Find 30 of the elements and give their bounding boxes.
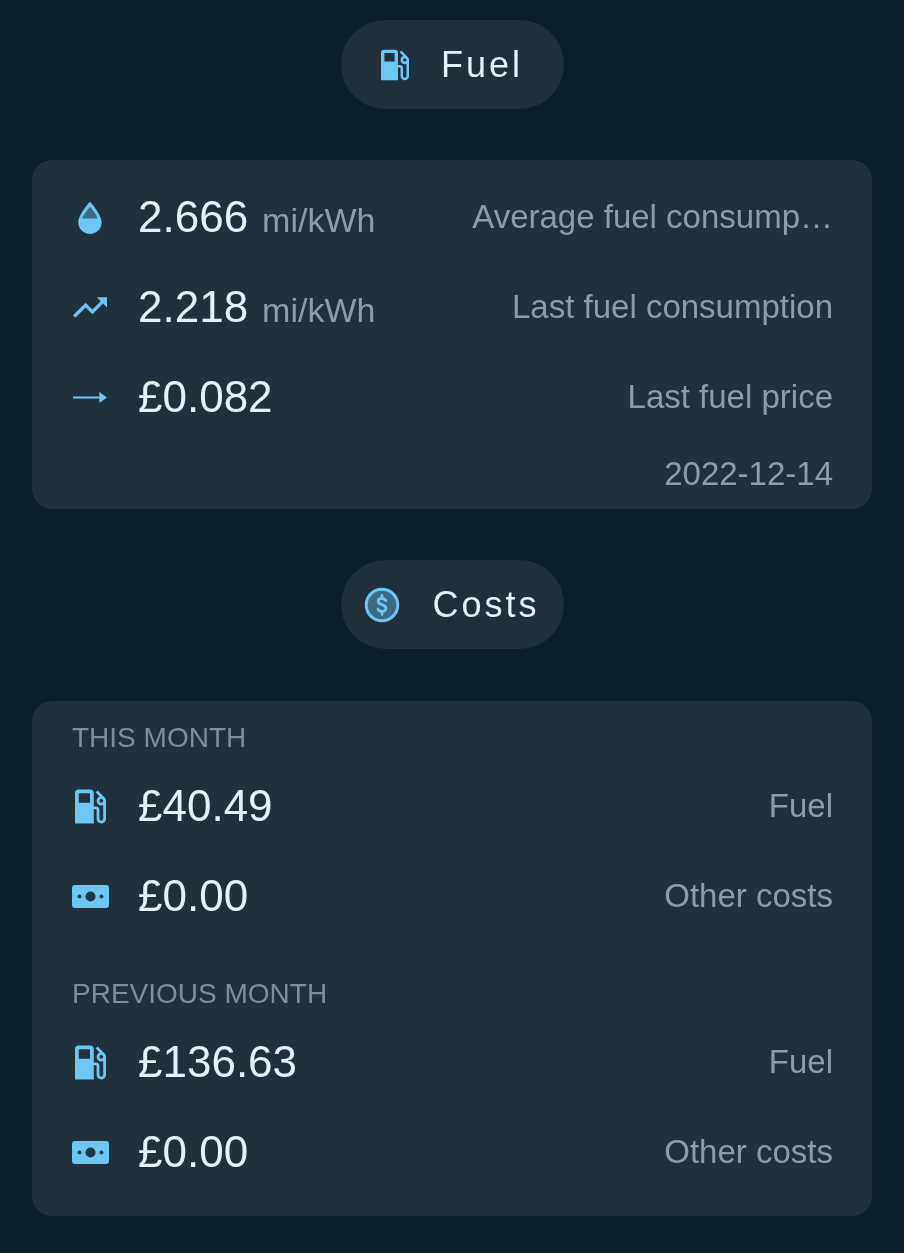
section-title: Costs [432,583,540,626]
unit-text: mi/kWh [262,291,376,330]
value-text: 2.666 [138,192,249,242]
month-heading: PREVIOUS MONTH [72,977,329,1011]
banknote-icon [71,1140,109,1164]
value-text: £136.63 [138,1037,298,1087]
arrow-right-icon [73,391,107,403]
banknote-icon [71,884,109,908]
row-label: Average fuel consump… [471,198,833,236]
row-label: Last fuel price [626,378,833,416]
water-drop-icon [76,200,104,234]
row-label: Fuel [767,787,833,825]
value-text: £40.49 [138,781,273,831]
fuel-pump-icon [74,1044,106,1080]
unit-text: mi/kWh [262,201,376,240]
value-text: 2.218 [138,282,249,332]
row-label: Last fuel consumption [510,288,833,326]
section-title: Fuel [441,43,523,86]
coin-icon [364,586,401,623]
row-label: Other costs [663,1133,833,1171]
fuel-pump-icon [381,48,409,81]
fuel-pump-icon [74,788,106,824]
row-label: Fuel [767,1043,833,1081]
value-text: £0.00 [138,871,249,921]
value-text: £0.00 [138,1127,249,1177]
trending-up-icon [73,296,107,318]
row-label: Other costs [663,877,833,915]
value-text: £0.082 [138,372,273,422]
month-heading: THIS MONTH [72,721,248,755]
date-text: 2022-12-14 [664,455,833,493]
